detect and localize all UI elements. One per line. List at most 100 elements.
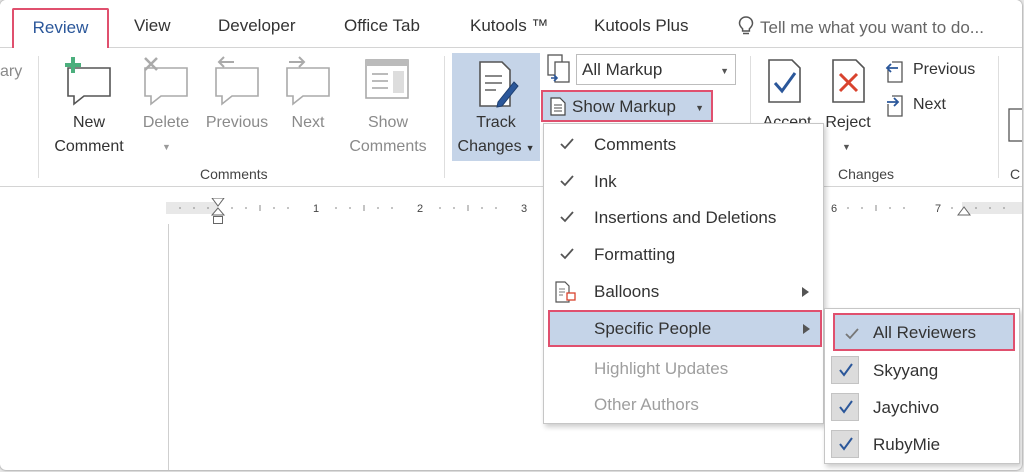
tab-kutools[interactable]: Kutools ™ [470,16,548,36]
menu-item-label: Comments [594,135,677,154]
checkmark-icon [839,363,853,377]
display-for-review-icon [547,54,570,83]
show-comments-label-1: Show [367,114,409,131]
menu-item-label: Skyyang [873,361,939,380]
menu-item-label: Balloons [594,282,660,301]
left-indent-marker[interactable] [213,216,223,224]
track-changes-icon [479,61,519,108]
ruler-number: 1 [313,203,319,215]
word-window: Review View Developer Office Tab Kutools… [0,0,1022,470]
checkmark-icon [560,138,574,150]
checkbox[interactable] [831,393,859,421]
menu-item-other-authors: Other Authors [544,386,823,423]
compare-icon [1008,108,1022,142]
previous-comment-button[interactable]: Previous [201,111,273,135]
menu-item-highlight-updates: Highlight Updates [544,350,823,387]
partial-group-label: C [1010,166,1021,182]
tab-developer[interactable]: Developer [218,16,296,36]
accept-icon [768,59,801,103]
show-comments-label-2: Comments [349,138,427,155]
chevron-down-icon: ▼ [695,103,704,113]
group-separator [38,56,39,178]
group-separator [998,56,999,178]
track-changes-label-1: Track [476,114,516,131]
menu-item-balloons[interactable]: Balloons [544,273,823,310]
changes-group-label: Changes [838,166,895,182]
show-comments-icon [365,59,409,99]
menu-item-comments[interactable]: Comments [544,126,823,163]
menu-item-label: Ink [594,172,617,191]
menu-item-label: Formatting [594,245,676,264]
previous-comment-icon [215,56,259,106]
menu-item-formatting[interactable]: Formatting [544,236,823,273]
track-changes-label: Track Changes ▼ [452,111,540,160]
reject-icon [832,59,865,103]
accept-button[interactable]: Accept [752,111,822,123]
balloons-icon [555,281,576,303]
track-changes-caret-icon: ▼ [525,143,535,153]
markup-display-select[interactable]: All Markup ▼ [576,54,736,85]
previous-change-button[interactable]: Previous [913,58,975,82]
tab-kutools-plus[interactable]: Kutools Plus [594,16,689,36]
checkbox[interactable] [831,356,859,384]
menu-item-specific-people[interactable]: Specific People [548,310,822,347]
reject-button[interactable]: Reject [820,111,876,135]
delete-comment-icon [144,57,188,106]
previous-change-icon [885,61,903,83]
ruler-number: 3 [521,203,527,215]
partial-group-label: ary [0,63,23,80]
menu-item-label: Other Authors [594,395,699,414]
ribbon: ary New Comment Delete ▼ Previous Next S… [0,47,1022,187]
delete-button[interactable]: Delete [140,111,192,135]
menu-item-label: RubyMie [873,435,941,454]
lightbulb-icon [738,16,754,35]
menu-item-insertions-deletions[interactable]: Insertions and Deletions [544,199,823,236]
comments-group-label: Comments [200,166,268,182]
submenu-arrow-icon [802,287,809,297]
new-comment-label-2: Comment [54,138,124,155]
menu-item-label: Insertions and Deletions [594,208,777,227]
next-comment-icon [286,56,330,106]
ruler-number: 7 [935,203,941,215]
show-markup-icon [550,97,566,116]
tab-view[interactable]: View [134,16,171,36]
reject-caret-icon[interactable]: ▼ [842,142,851,152]
show-markup-button[interactable]: Show Markup ▼ [541,90,713,122]
menu-item-ink[interactable]: Ink [544,163,823,200]
specific-people-menu: All Reviewers Skyyang Jaychivo RubyMie [824,308,1020,464]
group-separator [444,56,445,178]
checkbox[interactable] [831,430,859,458]
tell-me-text: Tell me what you want to do... [760,18,984,37]
tab-review[interactable]: Review [12,8,109,48]
next-comment-button[interactable]: Next [283,111,333,135]
next-change-button[interactable]: Next [913,93,946,117]
checkmark-icon [560,211,574,223]
checkmark-icon [560,175,574,187]
next-change-icon [887,95,903,117]
track-changes-label-2: Changes [457,138,522,155]
tell-me-search[interactable]: Tell me what you want to do... [738,16,984,38]
menu-item-label: All Reviewers [873,323,976,342]
menu-item-label: Highlight Updates [594,359,729,378]
checkmark-icon [839,400,853,414]
ruler-number: 2 [417,203,423,215]
ribbon-tabs: Review View Developer Office Tab Kutools… [0,0,1022,48]
tab-office-tab[interactable]: Office Tab [344,16,420,36]
checkmark-icon [845,328,859,340]
new-comment-icon [65,57,111,106]
new-comment-label-1: New [72,114,105,131]
show-markup-label: Show Markup [572,97,676,116]
checkmark-icon [839,437,853,451]
delete-caret-icon[interactable]: ▼ [162,142,171,152]
markup-display-value: All Markup [582,60,663,79]
menu-item-reviewer-jaychivo[interactable]: Jaychivo [825,389,1019,426]
new-comment-button[interactable]: New Comment [40,111,138,159]
checkmark-icon [560,248,574,260]
menu-item-reviewer-skyyang[interactable]: Skyyang [825,352,1019,389]
submenu-arrow-icon [803,324,810,334]
menu-item-reviewer-rubymie[interactable]: RubyMie [825,426,1019,463]
show-comments-button[interactable]: Show Comments [342,111,434,159]
menu-item-label: Specific People [594,319,712,338]
chevron-down-icon: ▼ [720,66,729,76]
menu-item-all-reviewers[interactable]: All Reviewers [833,313,1015,351]
